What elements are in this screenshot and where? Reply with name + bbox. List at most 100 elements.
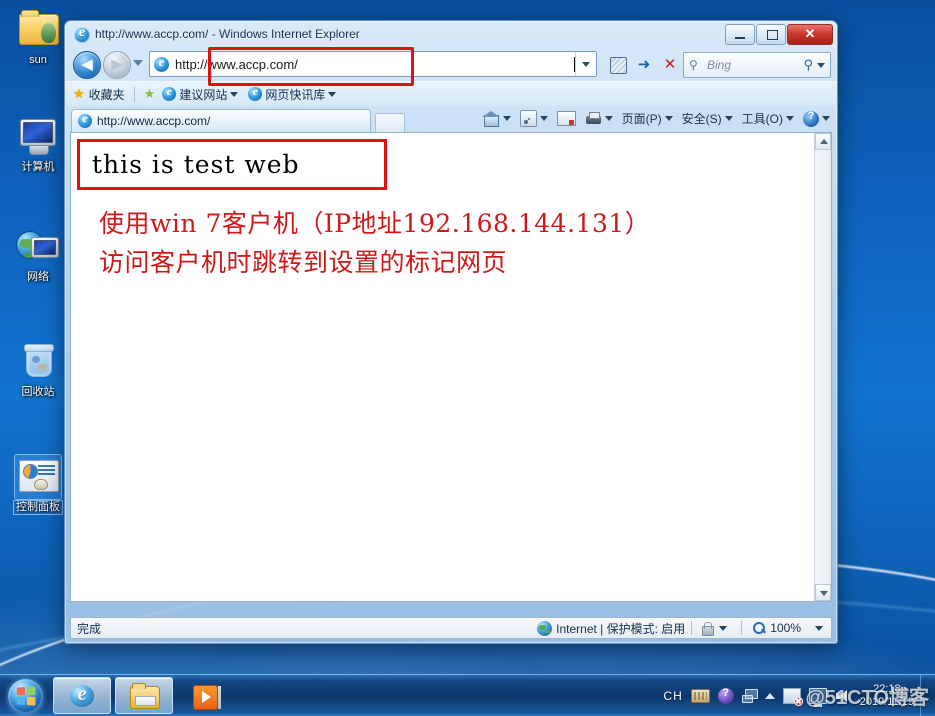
volume-icon[interactable] [835, 689, 852, 703]
show-desktop-button[interactable] [920, 675, 931, 716]
close-icon: ✕ [804, 26, 816, 41]
minimize-button[interactable] [725, 24, 755, 45]
control-panel-icon [14, 454, 62, 500]
taskbar-button-windows-explorer[interactable] [115, 677, 173, 714]
new-tab-button[interactable] [375, 113, 405, 132]
forward-button[interactable]: ▶ [103, 51, 131, 79]
page-viewport[interactable]: this is test web 使用win 7客户机（IP地址192.168.… [70, 132, 832, 602]
chevron-down-icon[interactable] [786, 116, 794, 121]
page-favicon [154, 54, 169, 72]
page-menu-label: 页面(P) [621, 112, 662, 126]
taskbar-button-windows-media-player[interactable] [177, 678, 233, 713]
scroll-down-button[interactable] [815, 584, 831, 601]
ime-options-icon[interactable] [741, 688, 758, 703]
chevron-down-icon[interactable] [724, 116, 733, 121]
chevron-down-icon[interactable] [502, 116, 511, 121]
system-tray: CH ✖ 22:18 2019/11/19 [659, 675, 935, 716]
add-to-favorites-bar-icon[interactable]: ★ [144, 86, 156, 102]
search-input[interactable]: Bing [707, 58, 803, 72]
network-icon [15, 225, 61, 269]
keyboard-icon[interactable] [690, 688, 710, 703]
status-text: 完成 [77, 621, 102, 636]
desktop[interactable]: sun 计算机 网络 回收站 控制面板 http://www.accp.com/… [0, 0, 935, 716]
chevron-down-icon[interactable] [719, 625, 728, 631]
tab-label: http://www.accp.com/ [97, 114, 211, 128]
desktop-icon-control-panel[interactable]: 控制面板 [6, 454, 70, 515]
page-menu-button[interactable]: 页面(P) [619, 108, 676, 129]
user-folder-icon [15, 8, 61, 52]
tab-accp[interactable]: http://www.accp.com/ [71, 109, 371, 132]
favorites-button-label[interactable]: 收藏夹 [89, 86, 125, 103]
scroll-up-button[interactable] [815, 133, 831, 150]
stop-button[interactable]: ✕ [657, 52, 683, 78]
desktop-icon-sun[interactable]: sun [6, 8, 70, 67]
internet-zone-icon [537, 620, 553, 636]
forward-arrow-icon: ▶ [111, 56, 123, 73]
chevron-down-icon[interactable] [822, 116, 830, 121]
show-hidden-icons-button[interactable] [764, 692, 775, 699]
close-button[interactable]: ✕ [787, 24, 833, 45]
tab-bar: http://www.accp.com/ [65, 106, 837, 132]
search-box[interactable]: ⚲ Bing ⚲ [683, 52, 831, 78]
stop-icon: ✕ [663, 56, 677, 73]
recycle-bin-icon [15, 340, 61, 384]
page-text-highlight-box: this is test web [77, 139, 387, 190]
status-bar: 完成 Internet | 保护模式: 启用 100% [70, 617, 832, 639]
window-titlebar[interactable]: http://www.accp.com/ - Windows Internet … [65, 21, 837, 49]
address-bar[interactable]: http://www.accp.com/ [149, 51, 597, 77]
chevron-down-icon[interactable] [539, 116, 548, 121]
compatibility-view-button[interactable] [605, 52, 631, 78]
internet-explorer-window[interactable]: http://www.accp.com/ - Windows Internet … [64, 20, 838, 644]
security-zone[interactable]: Internet | 保护模式: 启用 [537, 620, 685, 637]
chevron-down-icon[interactable] [604, 116, 613, 121]
windows-explorer-icon [130, 683, 160, 709]
tools-menu-button[interactable]: 工具(O) [739, 108, 797, 129]
print-button[interactable] [582, 110, 616, 128]
feeds-button[interactable] [517, 108, 551, 129]
network-tray-icon[interactable] [808, 687, 827, 707]
taskbar-button-internet-explorer[interactable] [53, 677, 111, 714]
page-content: this is test web 使用win 7客户机（IP地址192.168.… [71, 133, 815, 601]
favbar-item-suggested-sites[interactable]: 建议网站 [159, 84, 241, 104]
recent-pages-dropdown[interactable] [133, 60, 143, 66]
vertical-scrollbar[interactable] [814, 133, 831, 601]
desktop-icon-network[interactable]: 网络 [6, 225, 70, 284]
desktop-icon-recycle-bin[interactable]: 回收站 [6, 340, 70, 399]
start-button[interactable] [2, 676, 49, 715]
help-button[interactable] [800, 109, 833, 129]
internet-explorer-icon [162, 84, 177, 101]
security-menu-button[interactable]: 安全(S) [679, 108, 736, 129]
status-separator [741, 621, 743, 635]
desktop-icon-computer[interactable]: 计算机 [6, 115, 70, 174]
zoom-level[interactable]: 100% [770, 621, 801, 635]
clock[interactable]: 22:18 2019/11/19 [860, 683, 914, 709]
print-icon [585, 111, 602, 126]
address-dropdown-button[interactable] [575, 52, 596, 76]
zoom-dropdown-icon[interactable] [815, 625, 823, 631]
annotation-line-1: 使用win 7客户机（IP地址192.168.144.131） [99, 209, 651, 238]
favorites-bar: ★ 收藏夹 ★ 建议网站 网页快讯库 [65, 81, 837, 106]
search-icon[interactable]: ⚲ [803, 57, 813, 73]
internet-explorer-icon [74, 25, 90, 43]
zoom-icon[interactable] [752, 621, 767, 636]
internet-explorer-icon [248, 84, 263, 101]
navigation-bar: ◀ ▶ http://www.accp.com/ ➜ [65, 47, 837, 86]
ime-help-icon[interactable] [717, 687, 734, 704]
page-body-text: this is test web [92, 150, 300, 179]
chevron-down-icon[interactable] [230, 91, 239, 97]
address-input[interactable]: http://www.accp.com/ [175, 57, 575, 72]
back-button[interactable]: ◀ [73, 51, 101, 79]
action-center-flag-icon[interactable]: ✖ [782, 687, 803, 706]
windows-media-player-icon [193, 685, 221, 710]
maximize-button[interactable] [756, 24, 786, 45]
home-button[interactable] [480, 109, 514, 128]
search-provider-dropdown[interactable] [817, 62, 825, 68]
ime-language-indicator[interactable]: CH [663, 689, 682, 703]
mail-button[interactable] [554, 109, 579, 128]
chevron-down-icon[interactable] [328, 91, 337, 97]
go-button[interactable]: ➜ [631, 52, 657, 78]
privacy-lock-icon[interactable] [698, 621, 715, 636]
favbar-item-web-slice-gallery[interactable]: 网页快讯库 [245, 84, 339, 104]
internet-explorer-icon [78, 111, 92, 128]
chevron-down-icon[interactable] [664, 116, 673, 121]
